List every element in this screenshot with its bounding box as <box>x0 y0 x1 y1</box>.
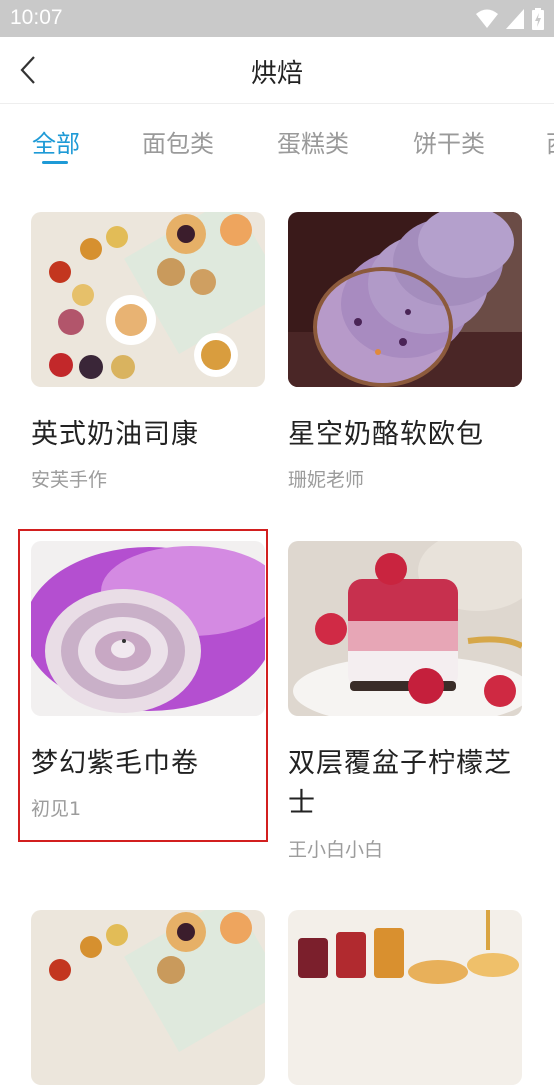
status-bar: 10:07 <box>0 0 554 37</box>
signal-icon <box>506 9 524 29</box>
recipe-card[interactable]: 英式奶油司康 安芙手作 <box>31 212 265 492</box>
status-time: 10:07 <box>10 6 63 29</box>
recipe-image-bread[interactable] <box>288 212 522 387</box>
recipe-card[interactable]: 星空奶酪软欧包 珊妮老师 <box>288 212 522 492</box>
recipe-author: 安芙手作 <box>31 469 108 491</box>
recipe-name: 星空奶酪软欧包 <box>288 419 484 450</box>
tab-cake[interactable]: 蛋糕类 <box>277 124 349 159</box>
tab-bread[interactable]: 面包类 <box>142 124 214 159</box>
page-title: 烘焙 <box>250 59 303 89</box>
highlight-box <box>18 529 268 842</box>
tab-cookie[interactable]: 饼干类 <box>413 124 485 159</box>
wifi-icon <box>476 9 498 28</box>
recipe-image-jam-scone[interactable] <box>288 910 522 1085</box>
active-tab-indicator <box>42 161 68 164</box>
category-tabs: 全部 面包类 蛋糕类 饼干类 西 <box>0 104 554 174</box>
tab-all[interactable]: 全部 <box>32 124 80 159</box>
recipe-image-scone[interactable] <box>31 212 265 387</box>
recipe-author: 王小白小白 <box>288 839 384 861</box>
recipe-card[interactable] <box>31 910 265 1085</box>
recipe-card[interactable] <box>288 910 522 1085</box>
recipe-author: 珊妮老师 <box>288 469 365 491</box>
tab-western[interactable]: 西 <box>546 124 554 159</box>
header: 烘焙 <box>0 37 554 104</box>
recipe-card[interactable]: 双层覆盆子柠檬芝士 <box>288 541 522 824</box>
recipe-name: 英式奶油司康 <box>31 419 199 450</box>
status-icons <box>476 8 544 30</box>
battery-icon <box>532 8 544 30</box>
recipe-image-scone-2[interactable] <box>31 910 265 1085</box>
recipe-name: 双层覆盆子柠檬芝士 <box>288 748 512 819</box>
recipe-image-raspberry-cheesecake[interactable] <box>288 541 522 716</box>
